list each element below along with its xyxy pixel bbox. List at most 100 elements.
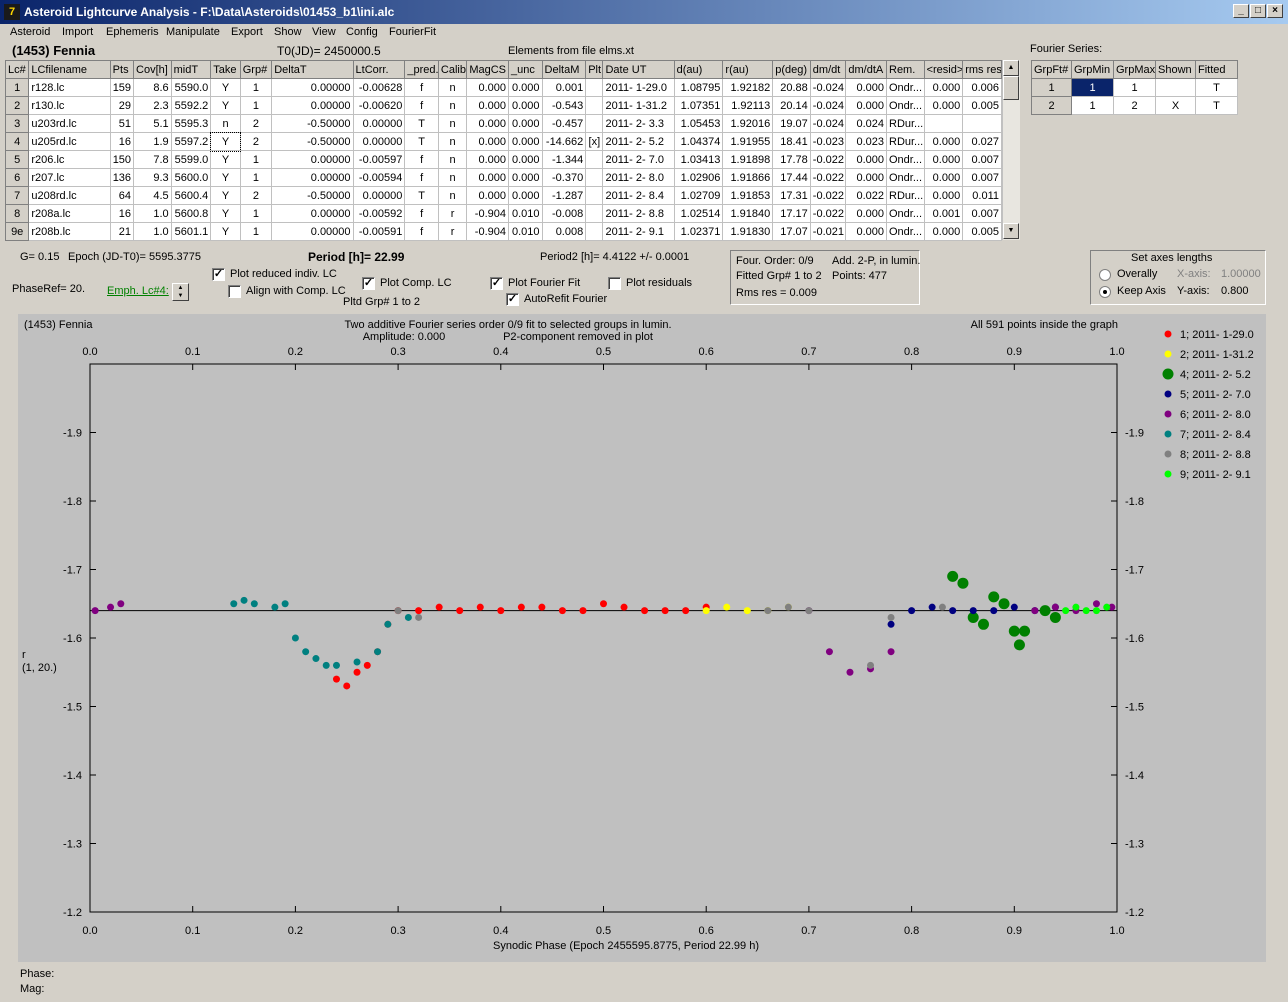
lc-cell[interactable]: 1.92016 xyxy=(722,114,774,133)
lc-table-row[interactable]: 8 r208a.lc 16 1.0 5600.8 Y 1 0.00000 -0.00592 f r -… xyxy=(4,204,1002,223)
lc-cell[interactable]: 64 xyxy=(109,186,135,205)
lc-cell[interactable]: -0.024 xyxy=(809,114,847,133)
lc-cell[interactable]: -0.00594 xyxy=(352,168,406,187)
lc-cell[interactable]: 6 xyxy=(4,168,30,187)
lc-cell[interactable]: 0.000 xyxy=(845,168,887,187)
lc-cell[interactable]: 1.9 xyxy=(133,132,172,151)
scroll-thumb[interactable] xyxy=(1003,76,1019,100)
lc-cell[interactable]: 1.91898 xyxy=(722,150,774,169)
lc-cell[interactable]: Y xyxy=(210,168,241,187)
menu-view[interactable]: View xyxy=(312,26,336,38)
plot-fourier-checkbox[interactable]: ✓ xyxy=(490,277,503,290)
lc-cell[interactable]: -0.904 xyxy=(466,204,509,223)
fourier-cell[interactable]: T xyxy=(1195,78,1238,97)
lc-col-header[interactable]: LCfilename xyxy=(28,60,111,79)
lc-cell[interactable]: 20.14 xyxy=(772,96,811,115)
fourier-cell[interactable]: 1 xyxy=(1113,78,1156,97)
fourier-cell[interactable] xyxy=(1155,78,1196,97)
lc-cell[interactable]: 2011- 2- 7.0 xyxy=(602,150,675,169)
lc-cell[interactable]: 17.44 xyxy=(772,168,811,187)
fourier-cell[interactable]: 1 xyxy=(1031,78,1072,97)
lc-cell[interactable]: -0.022 xyxy=(809,168,847,187)
lc-cell[interactable]: u208rd.lc xyxy=(28,186,111,205)
lc-cell[interactable]: -0.00597 xyxy=(352,150,406,169)
lc-cell[interactable]: 0.000 xyxy=(508,150,543,169)
lc-cell[interactable]: 2011- 1-29.0 xyxy=(602,78,675,97)
lc-cell[interactable]: 2011- 2- 5.2 xyxy=(602,132,675,151)
lc-cell[interactable]: 0.000 xyxy=(466,114,509,133)
fourier-col-header[interactable]: GrpFt# xyxy=(1031,60,1072,79)
lc-col-header[interactable]: Rem. xyxy=(886,60,925,79)
lc-cell[interactable]: 1 xyxy=(239,222,273,241)
lc-cell[interactable] xyxy=(585,96,604,115)
lc-cell[interactable]: 9e xyxy=(4,222,30,241)
lc-cell[interactable]: 1.92113 xyxy=(722,96,774,115)
lc-cell[interactable]: 0.00000 xyxy=(271,96,354,115)
lc-cell[interactable]: 0.000 xyxy=(508,132,543,151)
fourier-cell[interactable]: X xyxy=(1155,96,1196,115)
lc-cell[interactable]: 0.006 xyxy=(962,78,1002,97)
lc-cell[interactable]: u205rd.lc xyxy=(28,132,111,151)
menu-manipulate[interactable]: Manipulate xyxy=(166,26,220,38)
lc-cell[interactable]: 1.08795 xyxy=(673,78,724,97)
lc-cell[interactable]: 16 xyxy=(109,204,135,223)
lc-cell[interactable] xyxy=(585,78,604,97)
lc-cell[interactable]: 0.001 xyxy=(923,204,964,223)
lc-cell[interactable]: -14.662 xyxy=(541,132,587,151)
minimize-button[interactable]: _ xyxy=(1233,4,1249,18)
lc-table-row[interactable]: 7 u208rd.lc 64 4.5 5600.4 Y 2 -0.50000 0.00000 Tn… xyxy=(4,186,1002,205)
lc-table-row[interactable]: 3 u203rd.lc 51 5.1 5595.3 n 2 -0.50000 0.00000 Tn… xyxy=(4,114,1002,133)
lc-cell[interactable]: r130.lc xyxy=(28,96,111,115)
lc-cell[interactable]: 1.92182 xyxy=(722,78,774,97)
lc-cell[interactable]: 0.000 xyxy=(923,96,964,115)
lc-cell[interactable]: 0.00000 xyxy=(352,186,406,205)
lc-cell[interactable]: 1 xyxy=(239,78,273,97)
lc-cell[interactable]: Y xyxy=(210,204,241,223)
lc-cell[interactable]: r128.lc xyxy=(28,78,111,97)
lc-cell[interactable]: 5.1 xyxy=(133,114,172,133)
lc-table-row[interactable]: 9e r208b.lc 21 1.0 5601.1 Y 1 0.00000 -0.00591 f r… xyxy=(4,222,1002,241)
lc-col-header[interactable]: dm/dtA xyxy=(845,60,887,79)
lc-cell[interactable]: 2011- 1-31.2 xyxy=(602,96,675,115)
lightcurve-chart[interactable]: (1453) Fennia Two additive Fourier serie… xyxy=(18,314,1266,962)
lc-cell[interactable]: 0.001 xyxy=(541,78,587,97)
lc-cell[interactable]: 1.02709 xyxy=(673,186,724,205)
lc-cell[interactable]: -0.022 xyxy=(809,186,847,205)
lc-cell[interactable]: 1.91853 xyxy=(722,186,774,205)
lc-cell[interactable]: [x] xyxy=(585,132,604,151)
lc-cell[interactable]: 0.022 xyxy=(845,186,887,205)
lc-cell[interactable]: Y xyxy=(210,78,241,97)
lc-cell[interactable]: T xyxy=(404,186,439,205)
menu-fourierfit[interactable]: FourierFit xyxy=(389,26,436,38)
lc-cell[interactable] xyxy=(923,114,964,133)
lc-cell[interactable]: 1 xyxy=(239,168,273,187)
lc-cell[interactable]: f xyxy=(404,96,439,115)
lc-col-header[interactable]: DeltaM xyxy=(541,60,587,79)
fourier-cell[interactable]: 1 xyxy=(1071,96,1114,115)
fourier-table-row[interactable]: 212XT xyxy=(1031,96,1238,115)
lc-cell[interactable]: RDur... xyxy=(886,132,925,151)
fourier-cell[interactable]: T xyxy=(1195,96,1238,115)
lc-cell[interactable]: 0.00000 xyxy=(352,132,406,151)
fourier-cell[interactable]: 1 xyxy=(1071,78,1114,97)
lc-cell[interactable]: 0.00000 xyxy=(271,222,354,241)
lc-cell[interactable]: Y xyxy=(210,150,241,169)
lc-table-row[interactable]: 4 u205rd.lc 16 1.9 5597.2 Y 2 -0.50000 0.00000 Tn… xyxy=(4,131,1002,152)
lc-cell[interactable]: -1.287 xyxy=(541,186,587,205)
fourier-series-table[interactable]: GrpFt# GrpMin GrpMax Shown Fitted 111T212XT xyxy=(1031,60,1238,115)
lc-cell[interactable]: 0.000 xyxy=(508,186,543,205)
lc-cell[interactable]: 19.07 xyxy=(772,114,811,133)
fourier-cell[interactable]: 2 xyxy=(1113,96,1156,115)
lc-cell[interactable]: 0.010 xyxy=(508,204,543,223)
lc-cell[interactable]: r xyxy=(437,204,468,223)
lc-cell[interactable]: -1.344 xyxy=(541,150,587,169)
autorefit-checkbox[interactable]: ✓ xyxy=(506,293,519,306)
lc-cell[interactable]: 0.00000 xyxy=(271,168,354,187)
lc-cell[interactable]: n xyxy=(437,186,468,205)
lc-cell[interactable]: r208a.lc xyxy=(28,204,111,223)
lc-cell[interactable]: 0.008 xyxy=(541,222,587,241)
lc-cell[interactable]: 5600.8 xyxy=(170,204,212,223)
lc-cell[interactable]: f xyxy=(404,168,439,187)
lc-cell[interactable]: -0.024 xyxy=(809,96,847,115)
lc-cell[interactable]: 17.17 xyxy=(772,204,811,223)
